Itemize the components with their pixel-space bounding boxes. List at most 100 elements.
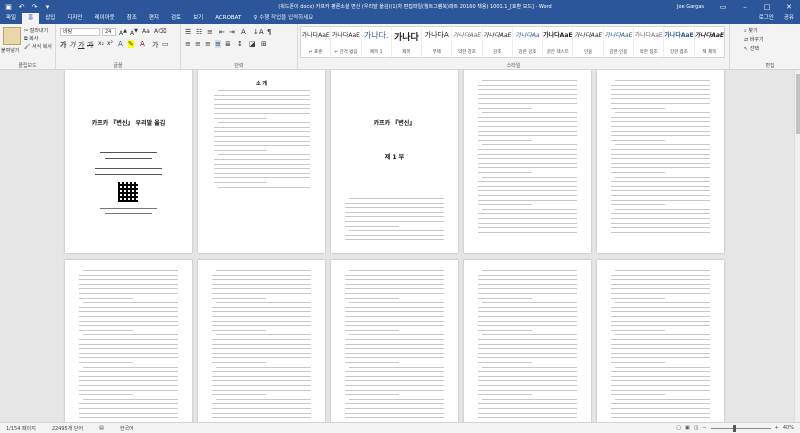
page-3[interactable]: 카프카 『변신』 제 1 부 <box>331 70 458 253</box>
increase-indent-icon[interactable]: ⇥ <box>229 28 235 36</box>
style-subtle-emphasis[interactable]: 가나다AaE 약한 강조 <box>452 27 483 57</box>
page-9[interactable] <box>464 260 591 422</box>
replace-button[interactable]: ⇄ 바꾸기 <box>744 36 764 43</box>
maximize-icon[interactable]: □ <box>756 3 778 11</box>
zoom-level[interactable]: 40% <box>783 425 794 431</box>
distribute-icon[interactable]: ≣ <box>225 40 231 48</box>
document-canvas[interactable]: 카프카 『변신』 우리말 옮김 소 개 카프카 『변신』 제 1 부 <box>0 70 800 422</box>
style-emphasis[interactable]: 가나다AaE 강조 <box>483 27 513 57</box>
align-left-icon[interactable]: ≡ <box>185 40 191 48</box>
numbering-icon[interactable]: ☷ <box>196 28 202 36</box>
tab-review[interactable]: 검토 <box>165 13 187 24</box>
justify-icon[interactable]: ≡ <box>215 40 221 48</box>
save-icon[interactable]: ▣ <box>4 2 13 11</box>
show-marks-icon[interactable]: ¶ <box>267 28 271 36</box>
strikethrough-icon[interactable]: 가 <box>87 40 93 50</box>
page-2[interactable]: 소 개 <box>198 70 325 253</box>
tab-design[interactable]: 디자인 <box>61 13 88 24</box>
tell-me-box[interactable]: ♀ 수행 작업을 입력하세요 <box>247 13 319 24</box>
char-shading-icon[interactable]: 가 <box>152 40 158 50</box>
paste-icon[interactable] <box>3 27 21 45</box>
font-color-icon[interactable]: A <box>140 40 145 48</box>
word-count[interactable]: 22495개 단어 <box>52 425 83 432</box>
tab-home[interactable]: 홈 <box>22 13 40 24</box>
style-strong[interactable]: 가나다AaE 굵은 텍스트 <box>543 27 574 57</box>
redo-icon[interactable]: ↷ <box>30 2 39 11</box>
scrollbar-thumb[interactable] <box>796 74 800 134</box>
page-count[interactable]: 1/154 페이지 <box>6 425 36 432</box>
text-effects-icon[interactable]: A <box>118 40 123 48</box>
copy-button[interactable]: ⧉ 복사 <box>24 35 38 42</box>
font-size-select[interactable]: 24 <box>102 28 116 36</box>
align-center-icon[interactable]: ≡ <box>195 40 201 48</box>
tab-view[interactable]: 보기 <box>187 13 209 24</box>
style-intense-quote[interactable]: 가나다AaE 강한 인용 <box>604 27 635 57</box>
change-case-icon[interactable]: Aa <box>142 28 150 35</box>
paste-button[interactable]: 붙여넣기 <box>1 47 19 54</box>
zoom-out-icon[interactable]: − <box>702 425 706 431</box>
proofing-icon[interactable]: ▤ <box>99 425 104 431</box>
subscript-icon[interactable]: x₂ <box>98 40 104 47</box>
format-painter-button[interactable]: 🖌 서식 복사 <box>24 43 52 50</box>
user-name[interactable]: Joe Gargas <box>677 4 712 10</box>
minimize-icon[interactable]: – <box>734 3 756 11</box>
style-subtle-reference[interactable]: 가나다AaE 약한 참조 <box>634 27 665 57</box>
language[interactable]: 한국어 <box>120 425 134 432</box>
find-button[interactable]: ⌕ 찾기 <box>744 27 758 34</box>
page-1[interactable]: 카프카 『변신』 우리말 옮김 <box>65 70 192 253</box>
sign-in-link[interactable]: 로그인 <box>759 13 774 24</box>
underline-icon[interactable]: 가 <box>78 40 84 50</box>
page-8[interactable] <box>331 260 458 422</box>
vertical-scrollbar[interactable] <box>794 70 800 422</box>
tab-references[interactable]: 참조 <box>121 13 143 24</box>
page-7[interactable] <box>198 260 325 422</box>
superscript-icon[interactable]: x² <box>107 40 113 47</box>
share-button[interactable]: 공유 <box>784 13 794 24</box>
borders-icon[interactable]: ⊞ <box>261 40 267 48</box>
style-quote[interactable]: 가나다AaE 인용 <box>573 27 604 57</box>
decrease-indent-icon[interactable]: ⇤ <box>219 28 225 36</box>
close-icon[interactable]: ✕ <box>778 3 800 11</box>
select-button[interactable]: ↖ 선택 <box>744 45 759 52</box>
zoom-in-icon[interactable]: + <box>775 425 779 431</box>
bold-icon[interactable]: 가 <box>60 40 66 50</box>
char-border-icon[interactable]: ▭ <box>162 40 169 48</box>
multilevel-list-icon[interactable]: ≡ <box>207 28 213 36</box>
tab-mailings[interactable]: 편지 <box>143 13 165 24</box>
undo-icon[interactable]: ↶ <box>17 2 26 11</box>
style-normal[interactable]: 가나다AaE ↵ 표준 <box>301 27 332 57</box>
cut-button[interactable]: ✂ 잘라내기 <box>24 27 48 34</box>
shading-icon[interactable]: ◪ <box>249 40 256 48</box>
tab-layout[interactable]: 레이아웃 <box>89 13 121 24</box>
sort-icon[interactable]: ↓A <box>253 28 264 36</box>
page-6[interactable] <box>65 260 192 422</box>
web-layout-icon[interactable]: ◫ <box>694 425 699 431</box>
clear-format-icon[interactable]: A⌫ <box>154 28 167 35</box>
read-mode-icon[interactable]: ▢ <box>676 425 681 431</box>
tab-file[interactable]: 파일 <box>0 13 23 24</box>
tab-insert[interactable]: 삽입 <box>39 13 61 24</box>
style-subtitle[interactable]: 가나다A 부제 <box>422 27 453 57</box>
customize-qat-icon[interactable]: ▾ <box>43 2 52 11</box>
page-5[interactable] <box>597 70 724 253</box>
asian-layout-icon[interactable]: A <box>241 28 246 36</box>
page-4[interactable] <box>464 70 591 253</box>
style-intense-emphasis[interactable]: 가나다Aa 강한 강조 <box>513 27 544 57</box>
zoom-slider[interactable] <box>710 424 771 432</box>
style-title[interactable]: 가나다 제목 <box>392 27 423 57</box>
style-no-spacing[interactable]: 가나다AaE ↵ 간격 없음 <box>331 27 362 57</box>
shrink-font-icon[interactable]: A▼ <box>130 28 138 37</box>
italic-icon[interactable]: 가 <box>69 40 75 50</box>
line-spacing-icon[interactable]: ↕ <box>237 40 243 48</box>
print-layout-icon[interactable]: ▣ <box>685 425 690 431</box>
page-10[interactable] <box>597 260 724 422</box>
align-right-icon[interactable]: ≡ <box>205 40 211 48</box>
tab-acrobat[interactable]: ACROBAT <box>209 13 247 24</box>
ribbon-options-icon[interactable]: ▭ <box>712 3 734 11</box>
style-heading1[interactable]: 가나다. 제목 1 <box>362 27 392 57</box>
font-name-select[interactable]: 바탕 <box>60 28 100 36</box>
highlight-icon[interactable]: ✎ <box>128 40 134 48</box>
grow-font-icon[interactable]: A▲ <box>119 28 127 37</box>
style-intense-reference[interactable]: 가나다AaE 강한 참조 <box>664 27 695 57</box>
style-book-title[interactable]: 가나다AaE 책 제목 <box>695 27 724 57</box>
